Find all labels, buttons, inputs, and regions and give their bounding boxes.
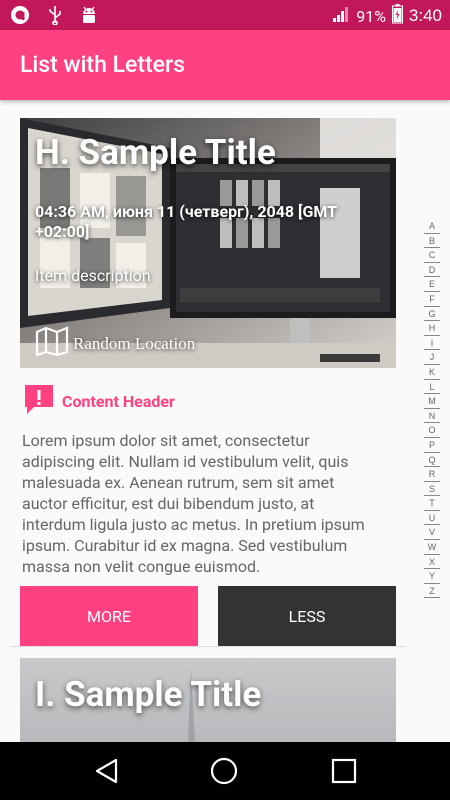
index-letter[interactable]: U	[424, 511, 440, 526]
clock: 3:40	[408, 6, 442, 25]
app-title: List with Letters	[20, 51, 185, 78]
card-datetime: 04:36 AM, июня 11 (четверг), 2048 [GMT +…	[35, 202, 337, 241]
usb-icon	[48, 5, 62, 29]
index-letter[interactable]: D	[424, 263, 440, 278]
recents-icon[interactable]	[329, 756, 359, 786]
index-letter[interactable]: Q	[424, 453, 440, 468]
index-letter[interactable]: Y	[424, 569, 440, 584]
home-icon[interactable]	[209, 756, 239, 786]
index-letter[interactable]: G	[424, 307, 440, 322]
card-image[interactable]: I. Sample Title	[20, 658, 396, 742]
index-letter[interactable]: W	[424, 540, 440, 555]
signal-icon	[332, 5, 350, 27]
index-letter[interactable]: F	[424, 292, 440, 307]
battery-percent: 91%	[356, 6, 386, 26]
index-letter[interactable]: I	[424, 336, 440, 351]
index-letter[interactable]: J	[424, 350, 440, 365]
battery-icon	[391, 4, 403, 28]
location-label: Random Location	[73, 333, 196, 353]
card-location: Random Location	[35, 326, 195, 361]
navigation-bar	[0, 742, 450, 800]
index-letter[interactable]: Z	[424, 584, 440, 599]
card-description: Item description	[35, 266, 151, 285]
index-letter[interactable]: B	[424, 234, 440, 249]
alphabet-index[interactable]: ABCDEFGHIJKLMNOPQRSTUVWXYZ	[424, 219, 440, 599]
app-bar: List with Letters	[0, 30, 450, 100]
content-header-label: Content Header	[62, 391, 175, 411]
alert-icon	[22, 382, 56, 420]
index-letter[interactable]: A	[424, 219, 440, 234]
body-text: Lorem ipsum dolor sit amet, consectetur …	[22, 431, 365, 576]
index-letter[interactable]: H	[424, 321, 440, 336]
index-letter[interactable]: V	[424, 525, 440, 541]
next-card-title: I. Sample Title	[35, 674, 262, 715]
index-letter[interactable]: N	[424, 409, 440, 424]
index-letter[interactable]: P	[424, 438, 440, 453]
card-image[interactable]: H. Sample Title 04:36 AM, июня 11 (четве…	[20, 118, 396, 368]
map-icon	[35, 326, 69, 361]
index-letter[interactable]: L	[424, 380, 440, 395]
card-title: H. Sample Title	[35, 132, 276, 173]
app-icon	[10, 5, 30, 29]
index-letter[interactable]: M	[424, 394, 440, 409]
divider	[10, 646, 406, 647]
index-letter[interactable]: C	[424, 248, 440, 263]
back-icon[interactable]	[92, 756, 122, 786]
content-header: Content Header	[22, 382, 175, 420]
index-letter[interactable]: K	[424, 365, 440, 380]
index-letter[interactable]: T	[424, 496, 440, 511]
index-letter[interactable]: O	[424, 423, 440, 438]
index-letter[interactable]: E	[424, 277, 440, 292]
more-button[interactable]: MORE	[20, 586, 198, 646]
android-debug-icon	[80, 5, 98, 29]
less-button[interactable]: LESS	[218, 586, 396, 646]
list-content[interactable]: H. Sample Title 04:36 AM, июня 11 (четве…	[0, 100, 450, 742]
index-letter[interactable]: S	[424, 482, 440, 497]
index-letter[interactable]: R	[424, 467, 440, 482]
index-letter[interactable]: X	[424, 555, 440, 570]
status-bar: 91% 3:40	[0, 0, 450, 30]
